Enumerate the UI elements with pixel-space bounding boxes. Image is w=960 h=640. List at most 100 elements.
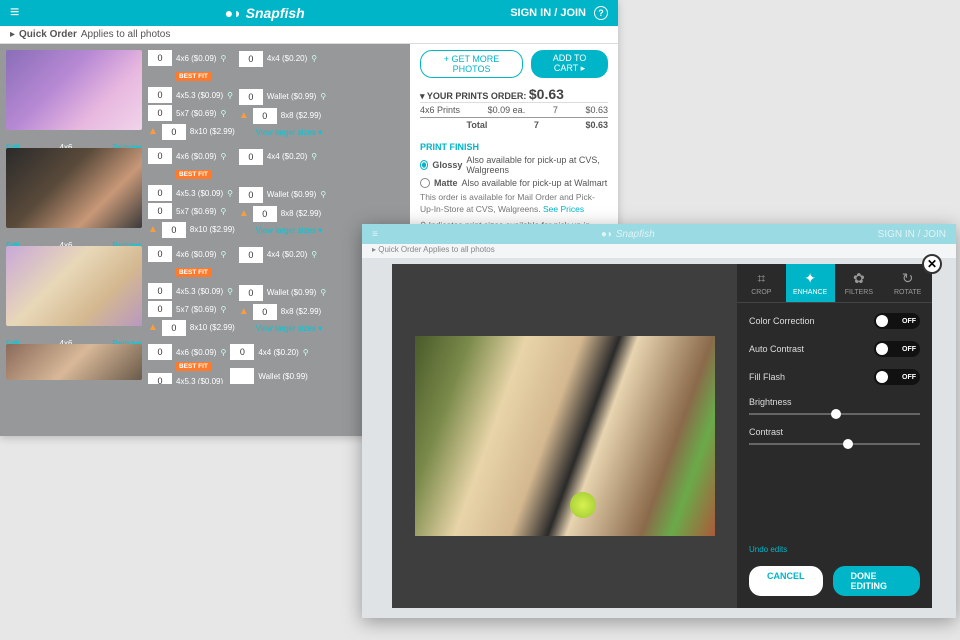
qty-input[interactable] — [239, 149, 263, 165]
qty-input[interactable] — [148, 301, 172, 317]
radio-icon — [420, 160, 428, 170]
qty-input[interactable] — [162, 222, 186, 238]
bestfit-badge: BEST FIT — [176, 362, 211, 371]
photo-thumbnail[interactable] — [6, 344, 142, 380]
photo-row: Edit 4x6 Remove 4x6 ($0.09)⚲ BEST FIT 4x… — [6, 246, 404, 336]
view-larger-link[interactable]: View larger sizes ▾ — [239, 324, 326, 333]
qty-input[interactable] — [239, 89, 263, 105]
pin-icon: ⚲ — [227, 91, 233, 100]
print-finish-heading: PRINT FINISH — [420, 142, 608, 152]
size-label: 8x10 ($2.99) — [190, 127, 235, 136]
size-label: 4x5.3 ($0.09) — [176, 377, 223, 385]
quick-order-bar[interactable]: ▸ Quick Order Applies to all photos — [0, 26, 618, 44]
quick-order-dim: ▸ Quick Order Applies to all photos — [362, 244, 956, 258]
size-label: Wallet ($0.99) — [267, 190, 317, 199]
qty-input[interactable] — [239, 285, 263, 301]
size-label: 4x6 ($0.09) — [176, 54, 216, 63]
done-editing-button[interactable]: DONE EDITING — [833, 566, 921, 596]
qty-input[interactable] — [148, 148, 172, 164]
line-label: 4x6 Prints — [420, 105, 460, 115]
pin-icon: ⚲ — [320, 92, 326, 101]
pin-icon: ⚲ — [220, 348, 226, 357]
photo-row: 4x6 ($0.09)⚲ BEST FIT 4x5.3 ($0.09) 4x4 … — [6, 344, 404, 384]
get-more-photos-button[interactable]: + GET MORE PHOTOS — [420, 50, 523, 78]
fill-flash-toggle[interactable]: OFF — [874, 369, 920, 385]
photo-editor: ✕ ⌗CROP ✦ENHANCE ✿FILTERS ↻ROTATE Color … — [392, 264, 932, 608]
view-larger-link[interactable]: View larger sizes ▾ — [239, 226, 326, 235]
topbar-dim: ≡ ●◗ Snapfish SIGN IN / JOIN — [362, 224, 956, 244]
qty-input[interactable] — [230, 344, 254, 360]
color-correction-toggle[interactable]: OFF — [874, 313, 920, 329]
qty-input[interactable] — [148, 373, 172, 384]
auto-contrast-label: Auto Contrast — [749, 344, 804, 354]
qty-input[interactable] — [162, 124, 186, 140]
tab-filters[interactable]: ✿FILTERS — [835, 264, 884, 302]
qty-input[interactable] — [148, 50, 172, 66]
qty-input[interactable] — [148, 105, 172, 121]
qty-input[interactable] — [148, 283, 172, 299]
brand-logo: ●◗ Snapfish — [19, 5, 510, 21]
size-label: Wallet ($0.99) — [267, 92, 317, 101]
signin-link[interactable]: SIGN IN / JOIN ? — [510, 6, 608, 20]
photo-thumbnail[interactable] — [6, 148, 142, 228]
menu-icon: ≡ — [372, 229, 378, 240]
menu-icon[interactable]: ≡ — [10, 4, 19, 22]
warning-icon: ▲ — [148, 224, 158, 235]
warning-icon: ▲ — [239, 208, 249, 219]
pin-icon: ⚲ — [320, 288, 326, 297]
qty-input[interactable] — [148, 185, 172, 201]
size-label: 4x5.3 ($0.09) — [176, 189, 223, 198]
auto-contrast-toggle[interactable]: OFF — [874, 341, 920, 357]
see-prices-link[interactable]: See Prices — [543, 204, 584, 214]
tab-crop[interactable]: ⌗CROP — [737, 264, 786, 302]
cancel-button[interactable]: CANCEL — [749, 566, 823, 596]
qty-input[interactable] — [148, 246, 172, 262]
qty-input[interactable] — [253, 304, 277, 320]
size-label: 4x6 ($0.09) — [176, 152, 216, 161]
pin-icon: ⚲ — [311, 152, 317, 161]
finish-matte[interactable]: Matte Also available for pick-up at Walm… — [420, 178, 608, 188]
fill-flash-label: Fill Flash — [749, 372, 785, 382]
size-label: 4x4 ($0.20) — [267, 250, 307, 259]
pin-icon: ⚲ — [220, 109, 226, 118]
size-label: 4x4 ($0.20) — [267, 152, 307, 161]
close-icon[interactable]: ✕ — [922, 254, 942, 274]
qty-input[interactable] — [239, 51, 263, 67]
bestfit-badge: BEST FIT — [176, 72, 211, 81]
qty-input[interactable] — [148, 203, 172, 219]
brightness-slider[interactable] — [749, 413, 920, 415]
qty-input[interactable] — [162, 320, 186, 336]
photo-row: Edit 4x6 Remove 4x6 ($0.09)⚲ BEST FIT 4x… — [6, 50, 404, 140]
view-larger-link[interactable]: View larger sizes ▾ — [239, 128, 326, 137]
filters-icon: ✿ — [837, 270, 882, 287]
pin-icon: ⚲ — [220, 250, 226, 259]
size-label: 4x4 ($0.20) — [267, 54, 307, 63]
tab-enhance[interactable]: ✦ENHANCE — [786, 264, 835, 302]
size-label: 5x7 ($0.69) — [176, 207, 216, 216]
qty-input[interactable] — [239, 187, 263, 203]
qty-input[interactable] — [253, 108, 277, 124]
warning-icon: ▲ — [239, 306, 249, 317]
pin-icon: ⚲ — [220, 207, 226, 216]
finish-glossy[interactable]: Glossy Also available for pick-up at CVS… — [420, 155, 608, 175]
photo-thumbnail[interactable] — [6, 50, 142, 130]
qty-input[interactable] — [239, 247, 263, 263]
pin-icon: ⚲ — [227, 287, 233, 296]
qty-input[interactable] — [148, 344, 172, 360]
photo-thumbnail[interactable] — [6, 246, 142, 326]
size-label: 4x6 ($0.09) — [176, 250, 216, 259]
radio-icon — [420, 178, 430, 188]
warning-icon: ▲ — [239, 110, 249, 121]
editor-panel: ⌗CROP ✦ENHANCE ✿FILTERS ↻ROTATE Color Co… — [737, 264, 932, 608]
bestfit-badge: BEST FIT — [176, 268, 211, 277]
rotate-icon: ↻ — [885, 270, 930, 287]
size-label: 8x10 ($2.99) — [190, 225, 235, 234]
undo-edits-link[interactable]: Undo edits — [737, 541, 932, 558]
editor-photo[interactable] — [415, 336, 715, 536]
qty-input[interactable] — [230, 368, 254, 384]
qty-input[interactable] — [148, 87, 172, 103]
qty-input[interactable] — [253, 206, 277, 222]
help-icon[interactable]: ? — [594, 6, 608, 20]
contrast-slider[interactable] — [749, 443, 920, 445]
add-to-cart-button[interactable]: ADD TO CART ▸ — [531, 50, 608, 78]
